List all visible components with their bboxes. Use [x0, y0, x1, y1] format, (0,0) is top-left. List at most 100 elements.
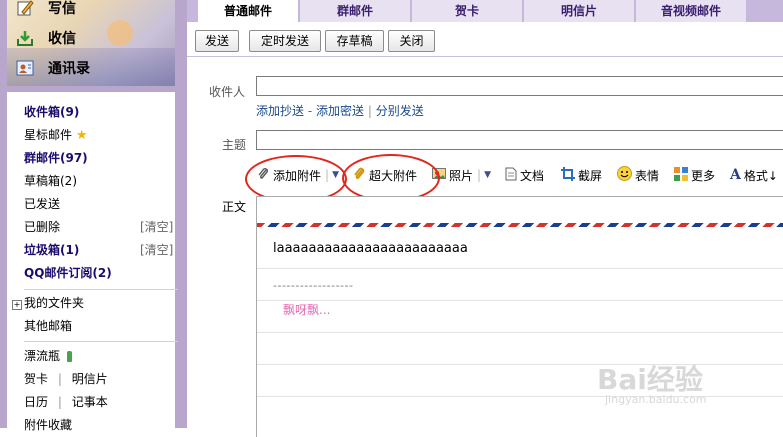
annotation-circle-large-attachment	[342, 154, 440, 202]
drift-bottle[interactable]: 漂流瓶	[24, 346, 72, 366]
empty-spam-link[interactable]: [清空]	[140, 240, 173, 260]
folder-group-mail[interactable]: 群邮件(97)	[24, 148, 88, 168]
calendar-link[interactable]: 日历	[24, 395, 48, 409]
body-text: laaaaaaaaaaaaaaaaaaaaaaaa	[273, 241, 468, 256]
attachment-favorites[interactable]: 附件收藏	[24, 415, 72, 435]
greeting-card-link[interactable]: 贺卡	[24, 372, 48, 386]
contacts-icon	[16, 59, 34, 77]
inbox-receive-link[interactable]: 收信	[16, 26, 76, 50]
screenshot-label: 截屏	[578, 168, 603, 183]
receive-label: 收信	[48, 31, 76, 47]
grid-more-icon	[674, 166, 691, 184]
background-painting-sun	[107, 20, 133, 46]
tab-postcard[interactable]: 明信片	[524, 0, 634, 22]
format-label: 格式↓	[743, 168, 778, 183]
star-icon: ★	[75, 128, 88, 143]
close-button[interactable]: 关闭	[388, 30, 435, 52]
folder-subscriptions-label: QQ邮件订阅(2)	[24, 266, 112, 280]
watermark-brand: Bai经验	[597, 363, 703, 396]
photo-label: 照片	[449, 168, 474, 183]
sidebar: 写信 收信 通讯录 收件箱(9) 星标邮件 ★ 群邮件(97) 草稿箱(2) 已…	[0, 0, 187, 432]
favorites-label: 附件收藏	[24, 418, 73, 432]
compose-type-tabs: 普通邮件 群邮件 贺卡 明信片 音视频邮件	[187, 0, 783, 24]
folder-sent-label: 已发送	[24, 197, 61, 211]
subject-input[interactable]	[256, 130, 783, 150]
recipient-label: 收件人	[209, 85, 246, 99]
other-mailboxes[interactable]: 其他邮箱	[24, 316, 72, 336]
photo-dropdown-icon[interactable]: ▼	[484, 170, 491, 180]
separate-send-link[interactable]: 分别发送	[376, 104, 424, 118]
smiley-icon	[617, 166, 635, 184]
document-icon	[505, 167, 520, 184]
bottle-icon	[66, 351, 72, 362]
contacts-label: 通讯录	[48, 61, 90, 77]
empty-deleted-link[interactable]: [清空]	[140, 217, 173, 237]
scheduled-send-button[interactable]: 定时发送	[249, 30, 321, 52]
postcard-link[interactable]: 明信片	[72, 372, 108, 386]
tab-greeting-card[interactable]: 贺卡	[412, 0, 522, 22]
send-button[interactable]: 发送	[195, 30, 239, 52]
folder-deleted[interactable]: 已删除 [清空]	[24, 217, 178, 237]
compose-label: 写信	[48, 1, 76, 17]
folder-qq-subscriptions[interactable]: QQ邮件订阅(2)	[24, 263, 112, 283]
signature-separator: ------------------	[273, 279, 354, 292]
divider	[24, 289, 178, 290]
folder-spam-label: 垃圾箱(1)	[24, 243, 80, 257]
drift-bottle-label: 漂流瓶	[24, 349, 61, 363]
screenshot-button[interactable]: 截屏	[561, 165, 602, 185]
save-draft-button[interactable]: 存草稿	[325, 30, 384, 52]
my-folders-label: 我的文件夹	[24, 296, 85, 310]
main-panel: 普通邮件 群邮件 贺卡 明信片 音视频邮件 发送 定时发送 存草稿 关闭 收件人…	[187, 0, 783, 437]
folder-starred[interactable]: 星标邮件 ★	[24, 125, 88, 145]
folder-inbox-label: 收件箱(9)	[24, 105, 80, 119]
text-format-icon: A	[730, 167, 741, 183]
more-button[interactable]: 更多	[674, 165, 715, 185]
more-label: 更多	[691, 168, 716, 183]
notepad-link[interactable]: 记事本	[72, 395, 108, 409]
pipe-separator: |	[57, 395, 62, 409]
photo-button[interactable]: 照片 | ▼	[432, 165, 491, 185]
expand-plus-icon[interactable]: +	[12, 300, 22, 310]
recipient-options: 添加抄送 - 添加密送 | 分别发送	[256, 102, 424, 119]
emoji-label: 表情	[635, 168, 660, 183]
folder-starred-label: 星标邮件	[24, 128, 73, 142]
signature-name: 飘呀飘...	[283, 303, 331, 317]
screenshot-icon	[561, 166, 578, 184]
write-icon	[16, 0, 34, 17]
recipient-input[interactable]	[256, 76, 783, 96]
tab-group-mail[interactable]: 群邮件	[300, 0, 410, 22]
folder-sent[interactable]: 已发送	[24, 194, 60, 214]
compose-form: 收件人 添加抄送 - 添加密送 | 分别发送 主题 添加附件 | ▼ 超大附件 …	[187, 57, 783, 437]
folder-drafts[interactable]: 草稿箱(2)	[24, 171, 77, 191]
stationery-line	[257, 300, 783, 301]
divider	[24, 341, 178, 342]
document-button[interactable]: 文档	[505, 165, 544, 185]
my-folders[interactable]: + 我的文件夹	[12, 293, 84, 313]
folder-inbox[interactable]: 收件箱(9)	[24, 102, 79, 122]
compose-link[interactable]: 写信	[16, 0, 76, 20]
tools-row: 日历 | 记事本	[24, 392, 108, 412]
format-button[interactable]: A 格式↓	[730, 165, 778, 185]
stationery-line	[257, 332, 783, 333]
watermark-url: jingyan.baidu.com	[605, 393, 707, 406]
pipe-separator: |	[367, 104, 372, 118]
stationery-line	[257, 268, 783, 269]
tab-av-mail[interactable]: 音视频邮件	[636, 0, 746, 22]
link-separator: -	[307, 104, 313, 118]
other-mailboxes-label: 其他邮箱	[24, 319, 73, 333]
contacts-link[interactable]: 通讯录	[16, 56, 90, 80]
add-cc-link[interactable]: 添加抄送	[256, 104, 304, 118]
folder-spam[interactable]: 垃圾箱(1) [清空]	[24, 240, 178, 260]
subject-label: 主题	[222, 138, 247, 152]
emoji-button[interactable]: 表情	[617, 165, 659, 185]
folder-deleted-label: 已删除	[24, 220, 61, 234]
document-label: 文档	[520, 168, 545, 183]
folder-list-panel: 收件箱(9) 星标邮件 ★ 群邮件(97) 草稿箱(2) 已发送 已删除 [清空…	[7, 92, 178, 432]
inbox-download-icon	[16, 29, 34, 47]
tab-normal-mail[interactable]: 普通邮件	[198, 0, 298, 24]
airmail-stripe-border	[257, 223, 783, 227]
pipe-separator: |	[477, 168, 482, 182]
compose-toolbar: 发送 定时发送 存草稿 关闭	[187, 22, 783, 57]
stationery-line	[257, 364, 783, 365]
add-bcc-link[interactable]: 添加密送	[316, 104, 364, 118]
